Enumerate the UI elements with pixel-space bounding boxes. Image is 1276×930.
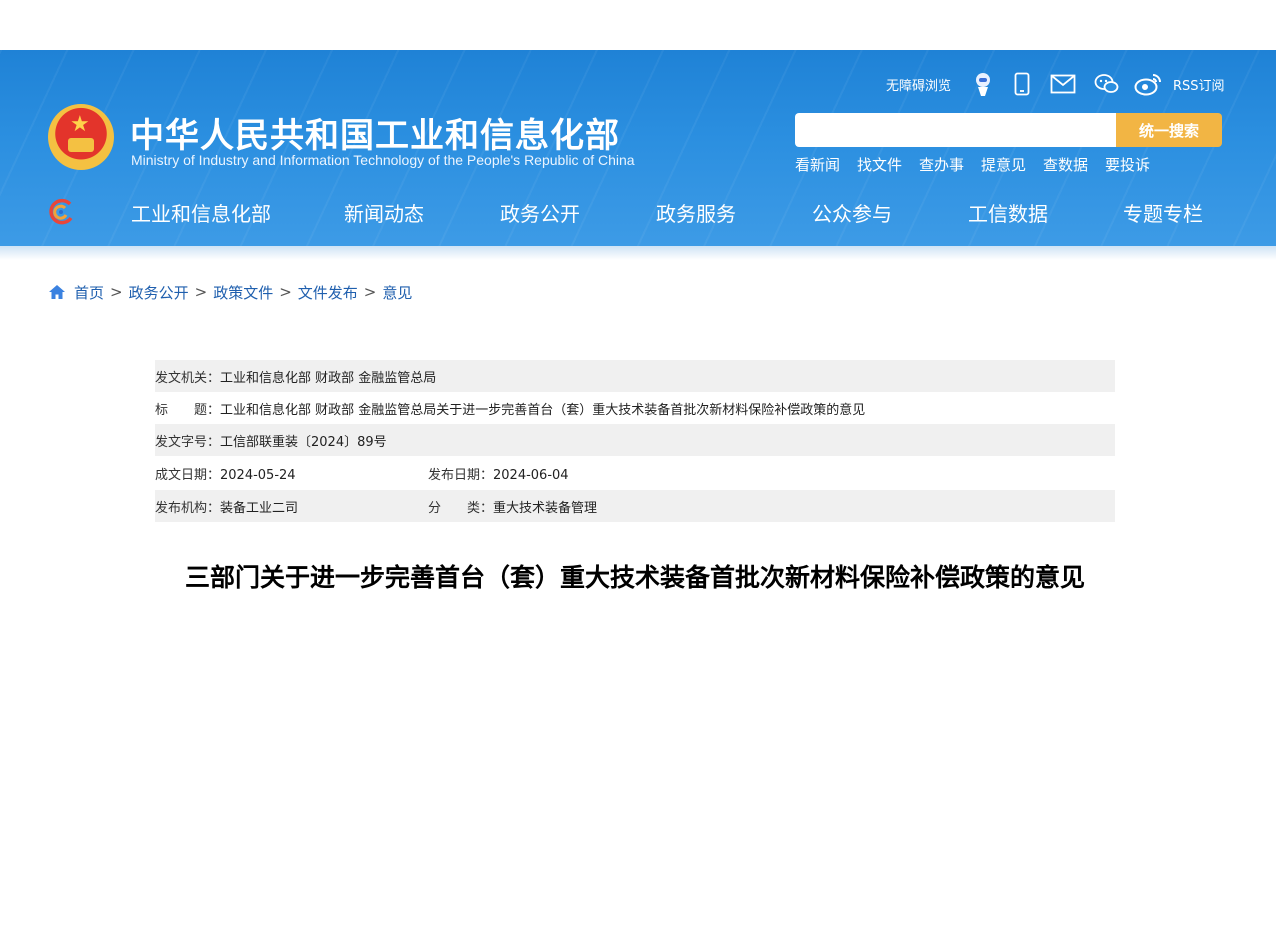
- written-date-label: 成文日期：: [155, 467, 221, 483]
- agency: 发布机构：装备工业二司: [155, 497, 428, 516]
- unified-search-button[interactable]: 统一搜索: [1116, 113, 1222, 147]
- breadcrumb-home[interactable]: 首页: [74, 282, 104, 303]
- meta-row-title: 标 题： 工业和信息化部 财政部 金融监管总局关于进一步完善首台（套）重大技术装…: [155, 392, 1115, 424]
- meta-row-issuer: 发文机关： 工业和信息化部 财政部 金融监管总局: [155, 360, 1115, 392]
- mobile-icon[interactable]: [1012, 70, 1032, 98]
- document-title: 三部门关于进一步完善首台（套）重大技术装备首批次新材料保险补偿政策的意见: [184, 563, 1085, 592]
- breadcrumb-file-release[interactable]: 文件发布: [298, 282, 358, 303]
- meta-row-dates: 成文日期：2024-05-24 发布日期：2024-06-04: [155, 457, 1115, 489]
- quick-link-data[interactable]: 查数据: [1043, 154, 1088, 175]
- nav-item-public-participation[interactable]: 公众参与: [812, 198, 892, 227]
- quick-link-services[interactable]: 查办事: [919, 154, 964, 175]
- category-value: 重大技术装备管理: [493, 500, 598, 516]
- breadcrumb: 首页 > 政务公开 > 政策文件 > 文件发布 > 意见: [48, 282, 412, 302]
- home-icon[interactable]: [48, 284, 66, 300]
- site-title-cn[interactable]: 中华人民共和国工业和信息化部: [130, 108, 620, 157]
- meta-row-agency: 发布机构：装备工业二司 分 类：重大技术装备管理: [155, 490, 1115, 522]
- robot-icon[interactable]: [972, 70, 994, 98]
- category: 分 类：重大技术装备管理: [428, 497, 597, 516]
- quick-link-feedback[interactable]: 提意见: [981, 154, 1026, 175]
- issuer-label: 发文机关：: [155, 370, 221, 386]
- title-label: 标 题：: [155, 402, 221, 418]
- search-input[interactable]: [795, 113, 1116, 147]
- nav-item-miit-data[interactable]: 工信数据: [968, 198, 1048, 227]
- nav-item-news[interactable]: 新闻动态: [344, 198, 424, 227]
- agency-value: 装备工业二司: [220, 500, 299, 516]
- published-date-label: 发布日期：: [428, 467, 494, 483]
- nav-item-special-topics[interactable]: 专题专栏: [1123, 198, 1203, 227]
- header-divider: [0, 246, 1276, 260]
- agency-label: 发布机构：: [155, 500, 221, 516]
- mail-icon[interactable]: [1049, 70, 1077, 98]
- breadcrumb-gov-affairs[interactable]: 政务公开: [129, 282, 189, 303]
- nav-item-gov-services[interactable]: 政务服务: [656, 198, 736, 227]
- category-label: 分 类：: [428, 500, 494, 516]
- meta-row-doc-no: 发文字号： 工信部联重装〔2024〕89号: [155, 424, 1115, 456]
- quick-link-files[interactable]: 找文件: [857, 154, 902, 175]
- weibo-icon[interactable]: [1134, 70, 1164, 98]
- nav-item-ministry[interactable]: 工业和信息化部: [131, 198, 271, 227]
- doc-no-label: 发文字号：: [155, 434, 221, 450]
- national-emblem-logo[interactable]: ★: [48, 104, 114, 170]
- breadcrumb-separator: >: [279, 283, 292, 301]
- breadcrumb-separator: >: [194, 283, 208, 301]
- rss-label: RSS订阅: [1173, 78, 1225, 94]
- published-date-value: 2024-06-04: [493, 467, 569, 483]
- site-title-en: Ministry of Industry and Information Tec…: [131, 152, 635, 168]
- breadcrumb-opinions[interactable]: 意见: [382, 282, 412, 303]
- issuer-value: 工业和信息化部 财政部 金融监管总局: [220, 370, 437, 386]
- written-date-value: 2024-05-24: [220, 467, 296, 483]
- wechat-icon[interactable]: [1094, 70, 1120, 98]
- quick-link-complaint[interactable]: 要投诉: [1105, 154, 1150, 175]
- written-date: 成文日期：2024-05-24: [155, 464, 428, 483]
- published-date: 发布日期：2024-06-04: [428, 464, 569, 483]
- miit-swirl-logo-icon[interactable]: [46, 198, 76, 226]
- breadcrumb-separator: >: [363, 283, 377, 301]
- doc-no-value: 工信部联重装〔2024〕89号: [220, 434, 387, 450]
- breadcrumb-separator: >: [110, 283, 123, 301]
- accessibility-link[interactable]: 无障碍浏览: [886, 70, 951, 98]
- accessibility-label: 无障碍浏览: [886, 78, 952, 94]
- title-value: 工业和信息化部 财政部 金融监管总局关于进一步完善首台（套）重大技术装备首批次新…: [220, 402, 866, 418]
- rss-link[interactable]: RSS订阅: [1173, 70, 1225, 98]
- nav-item-gov-affairs[interactable]: 政务公开: [500, 198, 580, 227]
- quick-link-news[interactable]: 看新闻: [795, 154, 840, 175]
- breadcrumb-policy-files[interactable]: 政策文件: [213, 282, 273, 303]
